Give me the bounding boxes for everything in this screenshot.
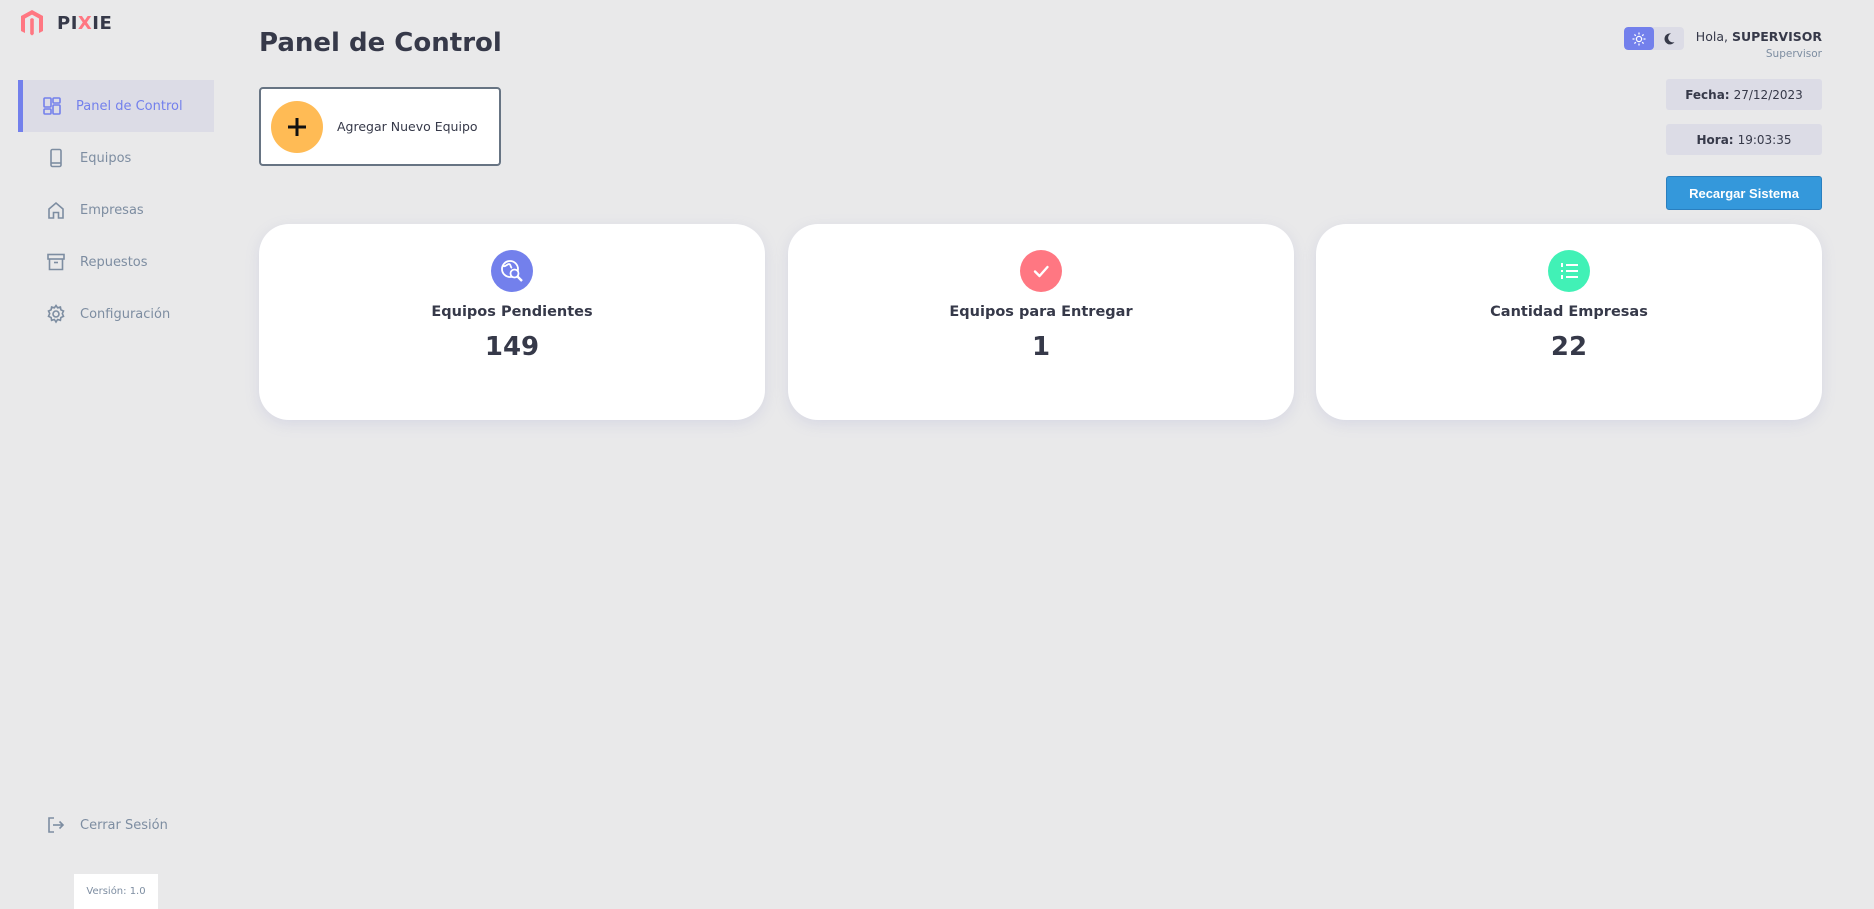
card-value: 22 [1550, 332, 1588, 362]
sidebar: PIXIE Panel de Control Equipos Empresas [0, 0, 214, 909]
greeting-line: Hola, SUPERVISOR [1695, 29, 1822, 44]
sidebar-item-repuestos[interactable]: Repuestos [18, 236, 214, 288]
card-title: Equipos Pendientes [431, 304, 593, 320]
reload-system-button[interactable]: Recargar Sistema [1666, 176, 1822, 210]
sidebar-item-label: Empresas [80, 202, 144, 218]
logout-label: Cerrar Sesión [80, 817, 168, 833]
archive-icon [47, 253, 65, 271]
sidebar-item-label: Repuestos [80, 254, 148, 270]
add-circle [271, 100, 323, 153]
date-label: Fecha: [1685, 87, 1730, 102]
list-icon [1561, 263, 1578, 279]
sidebar-item-label: Panel de Control [76, 98, 183, 114]
sidebar-item-label: Equipos [80, 150, 132, 166]
moon-icon [1664, 32, 1675, 44]
date-box: Fecha: 27/12/2023 [1666, 79, 1822, 110]
card-icon-wrapper [1020, 250, 1062, 292]
user-role: Supervisor [1765, 48, 1822, 60]
brand[interactable]: PIXIE [19, 9, 112, 37]
user-name: SUPERVISOR [1731, 29, 1822, 44]
version-label: Versión: 1.0 [74, 874, 158, 909]
sidebar-item-panel-de-control[interactable]: Panel de Control [18, 80, 214, 132]
search-globe-icon [501, 260, 523, 282]
dark-mode-button[interactable] [1654, 27, 1684, 50]
sidebar-item-configuracion[interactable]: Configuración [18, 288, 214, 340]
home-icon [48, 201, 64, 219]
user-greeting: Hola, SUPERVISOR Supervisor [1696, 29, 1822, 60]
plus-icon [288, 117, 306, 136]
card-value: 1 [1031, 332, 1051, 362]
time-value: 19:03:35 [1737, 132, 1792, 147]
sidebar-menu: Panel de Control Equipos Empresas Repues… [18, 80, 214, 340]
time-box: Hora: 19:03:35 [1666, 124, 1822, 155]
stat-card-company-count: Cantidad Empresas 22 [1316, 224, 1822, 420]
logout-icon [48, 817, 65, 833]
brand-name: PIXIE [57, 12, 113, 34]
dashboard-icon [43, 97, 61, 115]
page-title: Panel de Control [259, 28, 502, 58]
gear-icon [47, 304, 65, 324]
sun-icon [1632, 32, 1646, 45]
check-icon [1033, 265, 1049, 278]
theme-toggle[interactable] [1624, 27, 1684, 50]
sidebar-item-equipos[interactable]: Equipos [18, 132, 214, 184]
card-icon-wrapper [491, 250, 533, 292]
card-icon-wrapper [1548, 250, 1590, 292]
logout-button[interactable]: Cerrar Sesión [18, 799, 214, 851]
sidebar-item-label: Configuración [80, 306, 171, 322]
add-equipment-button[interactable]: Agregar Nuevo Equipo [259, 87, 501, 166]
card-value: 149 [484, 332, 540, 362]
sidebar-item-empresas[interactable]: Empresas [18, 184, 214, 236]
add-equipment-label: Agregar Nuevo Equipo [337, 119, 478, 134]
brand-logo-icon [21, 10, 43, 36]
phone-icon [50, 148, 62, 168]
stat-card-pending-equipment: Equipos Pendientes 149 [259, 224, 765, 420]
date-value: 27/12/2023 [1733, 87, 1803, 102]
light-mode-button[interactable] [1624, 27, 1654, 50]
card-title: Cantidad Empresas [1490, 304, 1648, 320]
stat-card-equipment-to-deliver: Equipos para Entregar 1 [788, 224, 1294, 420]
card-title: Equipos para Entregar [949, 304, 1133, 320]
time-label: Hora: [1696, 132, 1734, 147]
